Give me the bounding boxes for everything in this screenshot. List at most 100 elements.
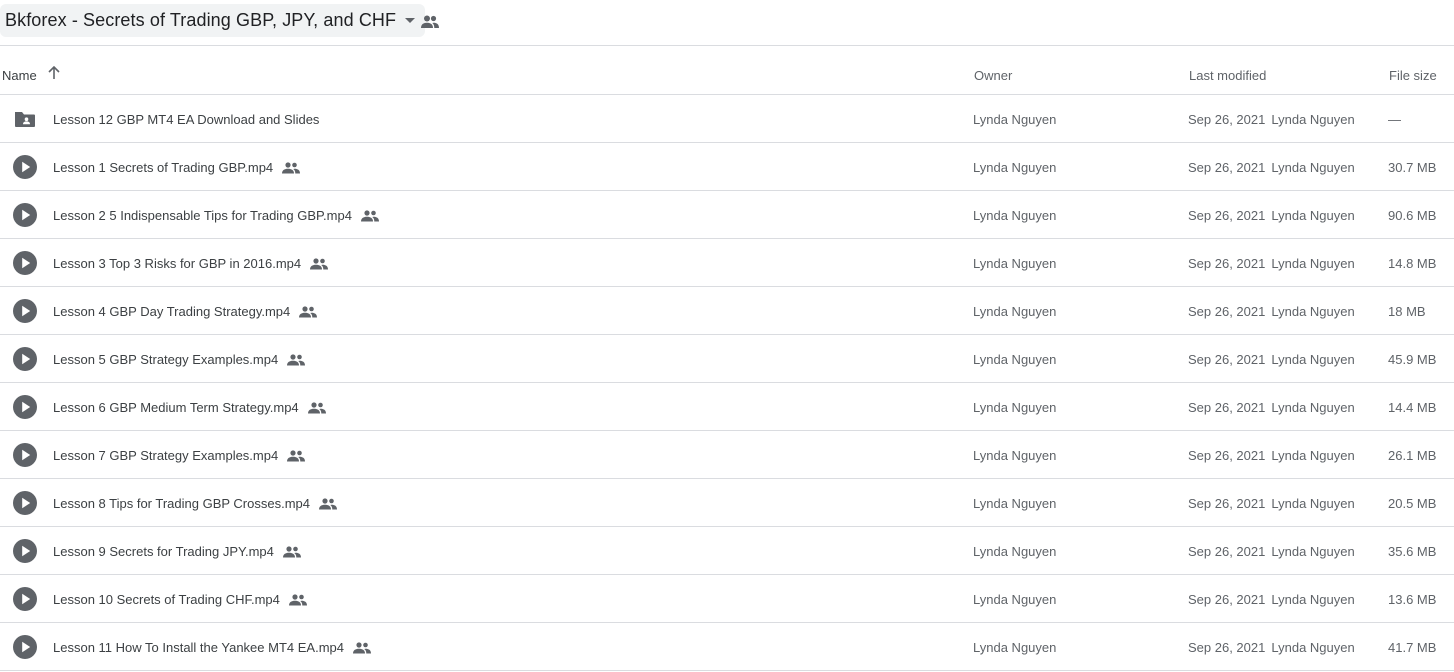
modified-date: Sep 26, 2021 <box>1188 592 1266 607</box>
video-play-icon <box>12 202 38 228</box>
file-owner: Lynda Nguyen <box>973 544 1057 559</box>
people-icon <box>307 401 326 414</box>
people-icon[interactable] <box>421 15 439 29</box>
file-last-modified: Sep 26, 2021 Lynda Nguyen <box>1188 208 1355 223</box>
file-owner: Lynda Nguyen <box>973 640 1057 655</box>
file-name: Lesson 12 GBP MT4 EA Download and Slides <box>53 112 319 127</box>
video-play-icon <box>12 442 38 468</box>
modified-date: Sep 26, 2021 <box>1188 400 1266 415</box>
file-name: Lesson 6 GBP Medium Term Strategy.mp4 <box>53 400 326 415</box>
modified-date: Sep 26, 2021 <box>1188 640 1266 655</box>
file-name: Lesson 1 Secrets of Trading GBP.mp4 <box>53 160 301 175</box>
file-owner: Lynda Nguyen <box>973 304 1057 319</box>
file-row[interactable]: Lesson 8 Tips for Trading GBP Crosses.mp… <box>0 479 1454 527</box>
modified-by: Lynda Nguyen <box>1271 592 1355 607</box>
modified-by: Lynda Nguyen <box>1271 256 1355 271</box>
file-owner: Lynda Nguyen <box>973 496 1057 511</box>
file-row[interactable]: Lesson 11 How To Install the Yankee MT4 … <box>0 623 1454 671</box>
folder-title-dropdown[interactable]: Bkforex - Secrets of Trading GBP, JPY, a… <box>0 4 426 37</box>
file-size: 90.6 MB <box>1388 208 1437 223</box>
file-row[interactable]: Lesson 10 Secrets of Trading CHF.mp4 Lyn… <box>0 575 1454 623</box>
file-size: 20.5 MB <box>1388 496 1437 511</box>
modified-by: Lynda Nguyen <box>1271 448 1355 463</box>
file-last-modified: Sep 26, 2021 Lynda Nguyen <box>1188 448 1355 463</box>
people-icon <box>310 257 329 270</box>
file-size: 13.6 MB <box>1388 592 1437 607</box>
file-name: Lesson 4 GBP Day Trading Strategy.mp4 <box>53 304 318 319</box>
file-name-text: Lesson 5 GBP Strategy Examples.mp4 <box>53 352 279 367</box>
file-size: 45.9 MB <box>1388 352 1437 367</box>
column-header-file-size[interactable]: File size <box>1389 68 1437 83</box>
file-name-text: Lesson 7 GBP Strategy Examples.mp4 <box>53 448 279 463</box>
file-row[interactable]: Lesson 4 GBP Day Trading Strategy.mp4 Ly… <box>0 287 1454 335</box>
column-header-name[interactable]: Name <box>2 68 37 83</box>
file-last-modified: Sep 26, 2021 Lynda Nguyen <box>1188 400 1355 415</box>
people-icon <box>282 545 301 558</box>
file-last-modified: Sep 26, 2021 Lynda Nguyen <box>1188 256 1355 271</box>
people-icon <box>299 305 318 318</box>
file-row[interactable]: Lesson 9 Secrets for Trading JPY.mp4 Lyn… <box>0 527 1454 575</box>
modified-date: Sep 26, 2021 <box>1188 352 1266 367</box>
modified-by: Lynda Nguyen <box>1271 112 1355 127</box>
file-name-text: Lesson 4 GBP Day Trading Strategy.mp4 <box>53 304 291 319</box>
file-name-text: Lesson 6 GBP Medium Term Strategy.mp4 <box>53 400 299 415</box>
folder-title: Bkforex - Secrets of Trading GBP, JPY, a… <box>5 10 397 30</box>
file-owner: Lynda Nguyen <box>973 352 1057 367</box>
file-name-text: Lesson 11 How To Install the Yankee MT4 … <box>53 640 344 655</box>
file-last-modified: Sep 26, 2021 Lynda Nguyen <box>1188 304 1355 319</box>
file-name-text: Lesson 1 Secrets of Trading GBP.mp4 <box>53 160 274 175</box>
file-owner: Lynda Nguyen <box>973 448 1057 463</box>
file-name: Lesson 9 Secrets for Trading JPY.mp4 <box>53 544 301 559</box>
file-last-modified: Sep 26, 2021 Lynda Nguyen <box>1188 544 1355 559</box>
modified-by: Lynda Nguyen <box>1271 352 1355 367</box>
column-header-row: Name Owner Last modified File size <box>0 46 1454 95</box>
file-last-modified: Sep 26, 2021 Lynda Nguyen <box>1188 640 1355 655</box>
file-size: 41.7 MB <box>1388 640 1437 655</box>
file-name: Lesson 3 Top 3 Risks for GBP in 2016.mp4 <box>53 256 329 271</box>
modified-date: Sep 26, 2021 <box>1188 160 1266 175</box>
file-owner: Lynda Nguyen <box>973 592 1057 607</box>
file-name-text: Lesson 9 Secrets for Trading JPY.mp4 <box>53 544 274 559</box>
file-owner: Lynda Nguyen <box>973 208 1057 223</box>
file-size: — <box>1388 112 1401 127</box>
file-owner: Lynda Nguyen <box>973 400 1057 415</box>
file-name: Lesson 11 How To Install the Yankee MT4 … <box>53 640 371 655</box>
people-icon <box>287 449 306 462</box>
video-play-icon <box>12 586 38 612</box>
file-name: Lesson 2 5 Indispensable Tips for Tradin… <box>53 208 379 223</box>
file-row[interactable]: Lesson 3 Top 3 Risks for GBP in 2016.mp4… <box>0 239 1454 287</box>
file-name-text: Lesson 3 Top 3 Risks for GBP in 2016.mp4 <box>53 256 302 271</box>
video-play-icon <box>12 250 38 276</box>
file-last-modified: Sep 26, 2021 Lynda Nguyen <box>1188 112 1355 127</box>
modified-by: Lynda Nguyen <box>1271 160 1355 175</box>
modified-date: Sep 26, 2021 <box>1188 208 1266 223</box>
file-row[interactable]: Lesson 6 GBP Medium Term Strategy.mp4 Ly… <box>0 383 1454 431</box>
file-size: 30.7 MB <box>1388 160 1437 175</box>
column-header-owner[interactable]: Owner <box>974 68 1012 83</box>
video-play-icon <box>12 538 38 564</box>
modified-by: Lynda Nguyen <box>1271 496 1355 511</box>
file-size: 18 MB <box>1388 304 1426 319</box>
video-play-icon <box>12 154 38 180</box>
file-row[interactable]: Lesson 5 GBP Strategy Examples.mp4 Lynda… <box>0 335 1454 383</box>
column-header-last-modified[interactable]: Last modified <box>1189 68 1266 83</box>
modified-by: Lynda Nguyen <box>1271 400 1355 415</box>
modified-date: Sep 26, 2021 <box>1188 256 1266 271</box>
file-row[interactable]: Lesson 12 GBP MT4 EA Download and Slides… <box>0 95 1454 143</box>
file-name-text: Lesson 10 Secrets of Trading CHF.mp4 <box>53 592 280 607</box>
people-icon <box>288 593 307 606</box>
arrow-up-icon[interactable] <box>47 66 61 80</box>
file-name: Lesson 8 Tips for Trading GBP Crosses.mp… <box>53 496 337 511</box>
file-row[interactable]: Lesson 2 5 Indispensable Tips for Tradin… <box>0 191 1454 239</box>
video-play-icon <box>12 298 38 324</box>
file-name: Lesson 5 GBP Strategy Examples.mp4 <box>53 352 306 367</box>
file-size: 26.1 MB <box>1388 448 1437 463</box>
modified-by: Lynda Nguyen <box>1271 208 1355 223</box>
file-row[interactable]: Lesson 7 GBP Strategy Examples.mp4 Lynda… <box>0 431 1454 479</box>
file-name-text: Lesson 8 Tips for Trading GBP Crosses.mp… <box>53 496 310 511</box>
people-icon <box>287 353 306 366</box>
modified-date: Sep 26, 2021 <box>1188 544 1266 559</box>
file-last-modified: Sep 26, 2021 Lynda Nguyen <box>1188 496 1355 511</box>
file-row[interactable]: Lesson 1 Secrets of Trading GBP.mp4 Lynd… <box>0 143 1454 191</box>
file-last-modified: Sep 26, 2021 Lynda Nguyen <box>1188 160 1355 175</box>
